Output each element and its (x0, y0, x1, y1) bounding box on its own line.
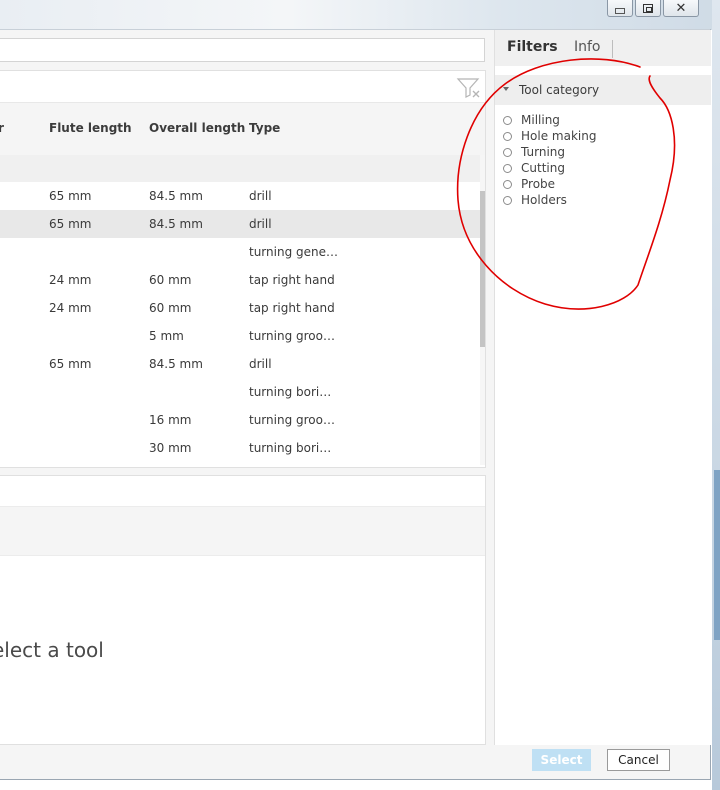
cell-type: turning bori… (249, 441, 332, 455)
cell-type: drill (249, 217, 272, 231)
cell-type: turning bori… (249, 385, 332, 399)
desktop-stripe (714, 470, 720, 640)
group-row[interactable] (0, 155, 480, 182)
cell-flute-length: 65 mm (49, 357, 92, 371)
radio-button[interactable] (503, 163, 512, 173)
cell-overall-length: 84.5 mm (149, 189, 203, 203)
tool-select-dialog: r Flute length Overall length Type 65 mm… (0, 29, 711, 780)
table-row[interactable]: 5 mm turning groo… (0, 322, 480, 350)
table-row[interactable]: turning gene… (0, 238, 480, 266)
tool-preview-panel: elect a tool (0, 475, 486, 745)
cell-type: turning groo… (249, 413, 335, 427)
table-row[interactable]: 30 mm turning bori… (0, 434, 480, 462)
cell-flute-length: 24 mm (49, 273, 92, 287)
radio-button[interactable] (503, 179, 512, 189)
cell-overall-length: 84.5 mm (149, 217, 203, 231)
cell-flute-length: 65 mm (49, 189, 92, 203)
tab-divider (612, 40, 613, 58)
cancel-button[interactable]: Cancel (607, 749, 670, 771)
cell-overall-length: 60 mm (149, 301, 192, 315)
radio-button[interactable] (503, 115, 512, 125)
option-turning[interactable]: Turning (503, 144, 596, 160)
option-holders[interactable]: Holders (503, 192, 596, 208)
tool-category-section[interactable]: Tool category (495, 75, 711, 105)
table-row[interactable]: 24 mm 60 mm tap right hand (0, 294, 480, 322)
section-title: Tool category (519, 83, 600, 97)
option-cutting[interactable]: Cutting (503, 160, 596, 176)
option-label: Probe (521, 177, 556, 191)
column-header-overall-length[interactable]: Overall length (149, 121, 245, 135)
tool-category-options: Milling Hole making Turning Cutting Prob… (503, 112, 596, 208)
minimize-button[interactable] (607, 0, 633, 17)
table-row-selected[interactable]: 65 mm 84.5 mm drill (0, 210, 480, 238)
option-label: Turning (521, 145, 565, 159)
radio-button[interactable] (503, 131, 512, 141)
filters-panel: Filters Info Tool category Milling Hole … (494, 30, 711, 745)
cell-overall-length: 60 mm (149, 273, 192, 287)
cell-type: drill (249, 357, 272, 371)
caret-down-icon (503, 87, 509, 91)
close-icon: ✕ (675, 0, 687, 16)
preview-header (0, 506, 485, 556)
cell-type: tap right hand (249, 273, 335, 287)
table-row[interactable]: turning bori… (0, 378, 480, 406)
clear-filter-icon[interactable] (456, 76, 482, 100)
option-milling[interactable]: Milling (503, 112, 596, 128)
preview-message: elect a tool (0, 638, 104, 662)
cell-overall-length: 84.5 mm (149, 357, 203, 371)
radio-button[interactable] (503, 147, 512, 157)
option-label: Hole making (521, 129, 597, 143)
option-label: Cutting (521, 161, 565, 175)
minimize-icon (615, 7, 625, 14)
window-controls: ✕ (607, 0, 699, 18)
cell-flute-length: 24 mm (49, 301, 92, 315)
cell-overall-length: 5 mm (149, 329, 184, 343)
cell-type: turning groo… (249, 329, 335, 343)
tool-rows: 65 mm 84.5 mm drill 65 mm 84.5 mm drill turn… (0, 182, 480, 462)
tool-list-panel: r Flute length Overall length Type 65 mm… (0, 70, 486, 468)
search-input[interactable] (0, 38, 485, 62)
close-button[interactable]: ✕ (663, 0, 699, 17)
radio-button[interactable] (503, 195, 512, 205)
cell-type: turning gene… (249, 245, 338, 259)
tab-info[interactable]: Info (574, 39, 601, 55)
scrollbar-thumb[interactable] (480, 191, 485, 347)
option-label: Milling (521, 113, 560, 127)
column-header-flute-length[interactable]: Flute length (49, 121, 132, 135)
column-header-type[interactable]: Type (249, 121, 280, 135)
cell-flute-length: 65 mm (49, 217, 92, 231)
table-row[interactable]: 24 mm 60 mm tap right hand (0, 266, 480, 294)
option-label: Holders (521, 193, 567, 207)
cell-type: drill (249, 189, 272, 203)
tab-filters[interactable]: Filters (507, 39, 558, 55)
list-scrollbar[interactable] (480, 155, 485, 465)
table-row[interactable]: 65 mm 84.5 mm drill (0, 350, 480, 378)
restore-icon (643, 3, 653, 13)
cell-type: tap right hand (249, 301, 335, 315)
option-hole-making[interactable]: Hole making (503, 128, 596, 144)
table-row[interactable]: 65 mm 84.5 mm drill (0, 182, 480, 210)
tab-bar: Filters Info (495, 30, 711, 66)
cell-overall-length: 30 mm (149, 441, 192, 455)
desktop-edge (712, 0, 720, 790)
cell-overall-length: 16 mm (149, 413, 192, 427)
restore-button[interactable] (635, 0, 661, 17)
list-header: r Flute length Overall length Type (0, 102, 485, 156)
option-probe[interactable]: Probe (503, 176, 596, 192)
table-row[interactable]: 16 mm turning groo… (0, 406, 480, 434)
column-header-partial[interactable]: r (0, 121, 4, 135)
select-button[interactable]: Select (532, 749, 591, 771)
